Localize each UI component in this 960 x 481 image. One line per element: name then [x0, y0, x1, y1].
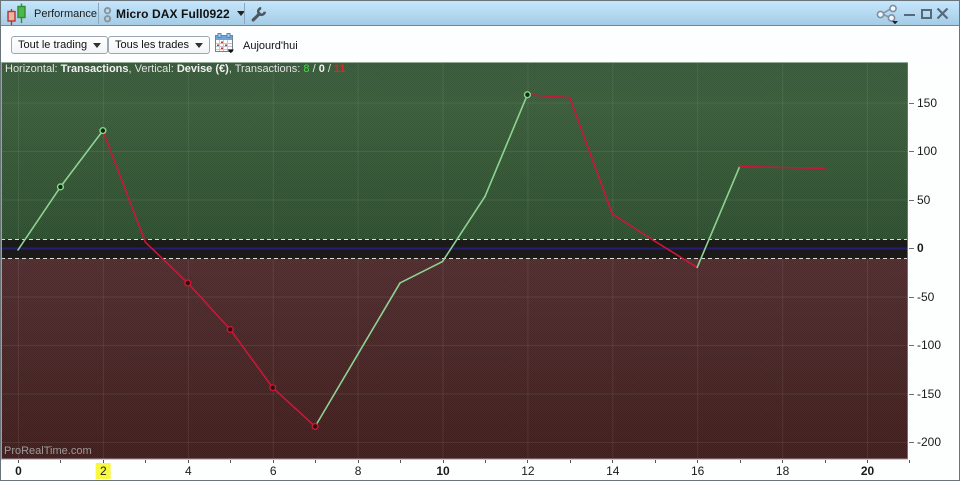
wrench-icon — [251, 6, 267, 22]
calendar-button[interactable] — [214, 33, 236, 60]
x-axis-tick — [145, 460, 146, 463]
legend-vertical-label: Vertical: — [134, 63, 174, 75]
x-axis-label: 16 — [691, 464, 705, 478]
x-axis-label: 4 — [184, 464, 192, 478]
y-axis: 150 100 50 0 -50 -100 -150 -200 — [909, 62, 959, 460]
instrument-selector[interactable]: Micro DAX Full0922 — [116, 1, 245, 26]
y-axis-label: 150 — [917, 95, 938, 110]
legend-losses-count: 11 — [334, 63, 346, 75]
legend-transactions-label: Transactions: — [234, 63, 301, 75]
x-axis-label: 0 — [15, 464, 22, 478]
legend-horizontal-label: Horizontal: — [5, 63, 58, 75]
watermark: ProRealTime.com — [4, 445, 92, 457]
window-titlebar: Performance Micro DAX Full0922 — [1, 1, 959, 26]
x-axis-label: 14 — [606, 464, 620, 478]
x-axis-tick — [315, 460, 316, 463]
instrument-label: Micro DAX Full0922 — [116, 6, 230, 21]
minimize-icon — [904, 13, 915, 16]
share-button[interactable] — [873, 1, 901, 26]
y-axis-label: -100 — [917, 338, 942, 352]
chevron-down-icon — [93, 42, 102, 48]
y-axis-tick — [909, 199, 914, 201]
x-axis-tick — [230, 460, 231, 463]
drag-grip-icon[interactable] — [101, 1, 114, 26]
y-axis-label: -50 — [917, 289, 935, 304]
chevron-down-icon — [194, 42, 203, 48]
performance-tab-label: Performance — [34, 7, 97, 20]
x-axis-tick — [655, 460, 656, 463]
x-axis-label: 6 — [269, 464, 277, 478]
y-axis-label: -150 — [917, 386, 942, 401]
x-axis-tick — [825, 460, 826, 463]
performance-tab[interactable]: Performance — [7, 1, 97, 26]
x-axis-label: 12 — [521, 464, 535, 478]
y-axis-tick — [909, 442, 914, 443]
x-axis-tick — [400, 460, 401, 463]
date-label: Aujourd'hui — [243, 40, 298, 52]
x-axis-label: 18 — [775, 464, 790, 478]
y-axis-label: 0 — [917, 241, 924, 255]
legend-neutral-count: 0 — [318, 63, 325, 75]
minimize-button[interactable] — [902, 1, 917, 26]
close-button[interactable] — [934, 1, 951, 26]
chart-legend: Horizontal: Transactions, Vertical: Devi… — [5, 63, 346, 75]
y-axis-tick — [909, 345, 914, 346]
trades-filter-dropdown[interactable]: Tous les trades — [108, 36, 210, 54]
legend-horizontal-value: Transactions — [60, 63, 129, 75]
x-axis-tick — [60, 460, 61, 463]
x-axis: 0 2 4 6 8 10 12 14 16 18 20 — [1, 460, 959, 480]
x-axis-label: 10 — [436, 464, 450, 478]
titlebar-separator — [98, 3, 99, 24]
calendar-icon — [215, 33, 234, 54]
y-axis-tick — [909, 393, 914, 395]
legend-wins-count: 8 — [303, 63, 310, 75]
performance-chart[interactable] — [1, 62, 909, 460]
maximize-icon — [920, 8, 932, 19]
y-axis-label: -200 — [917, 435, 942, 449]
performance-window: Performance Micro DAX Full0922 Tout le t… — [0, 0, 960, 481]
y-axis-label: 100 — [917, 144, 938, 158]
trading-filter-label: Tout le trading — [18, 39, 88, 51]
legend-vertical-value: Devise (€) — [176, 63, 229, 75]
share-icon — [876, 4, 898, 24]
x-axis-label: 2 — [96, 463, 111, 479]
y-axis-tick — [909, 102, 914, 104]
close-icon — [936, 7, 949, 20]
x-axis-label: 8 — [354, 464, 362, 478]
trading-filter-dropdown[interactable]: Tout le trading — [11, 36, 109, 54]
candlestick-icon — [7, 3, 26, 25]
maximize-button[interactable] — [918, 1, 934, 26]
y-axis-tick — [909, 296, 914, 298]
titlebar-separator-3 — [244, 3, 245, 24]
x-axis-tick — [570, 460, 571, 463]
y-axis-tick — [909, 151, 914, 152]
x-axis-tick — [909, 460, 910, 463]
y-axis-label: 50 — [917, 192, 931, 207]
filter-toolbar: Tout le trading Tous les trades Aujourd'… — [1, 27, 959, 62]
x-axis-label: 20 — [860, 464, 875, 478]
trades-filter-label: Tous les trades — [115, 39, 189, 51]
x-axis-tick — [485, 460, 486, 463]
settings-button[interactable] — [250, 1, 267, 26]
y-axis-tick — [909, 248, 914, 249]
x-axis-tick — [740, 460, 741, 463]
